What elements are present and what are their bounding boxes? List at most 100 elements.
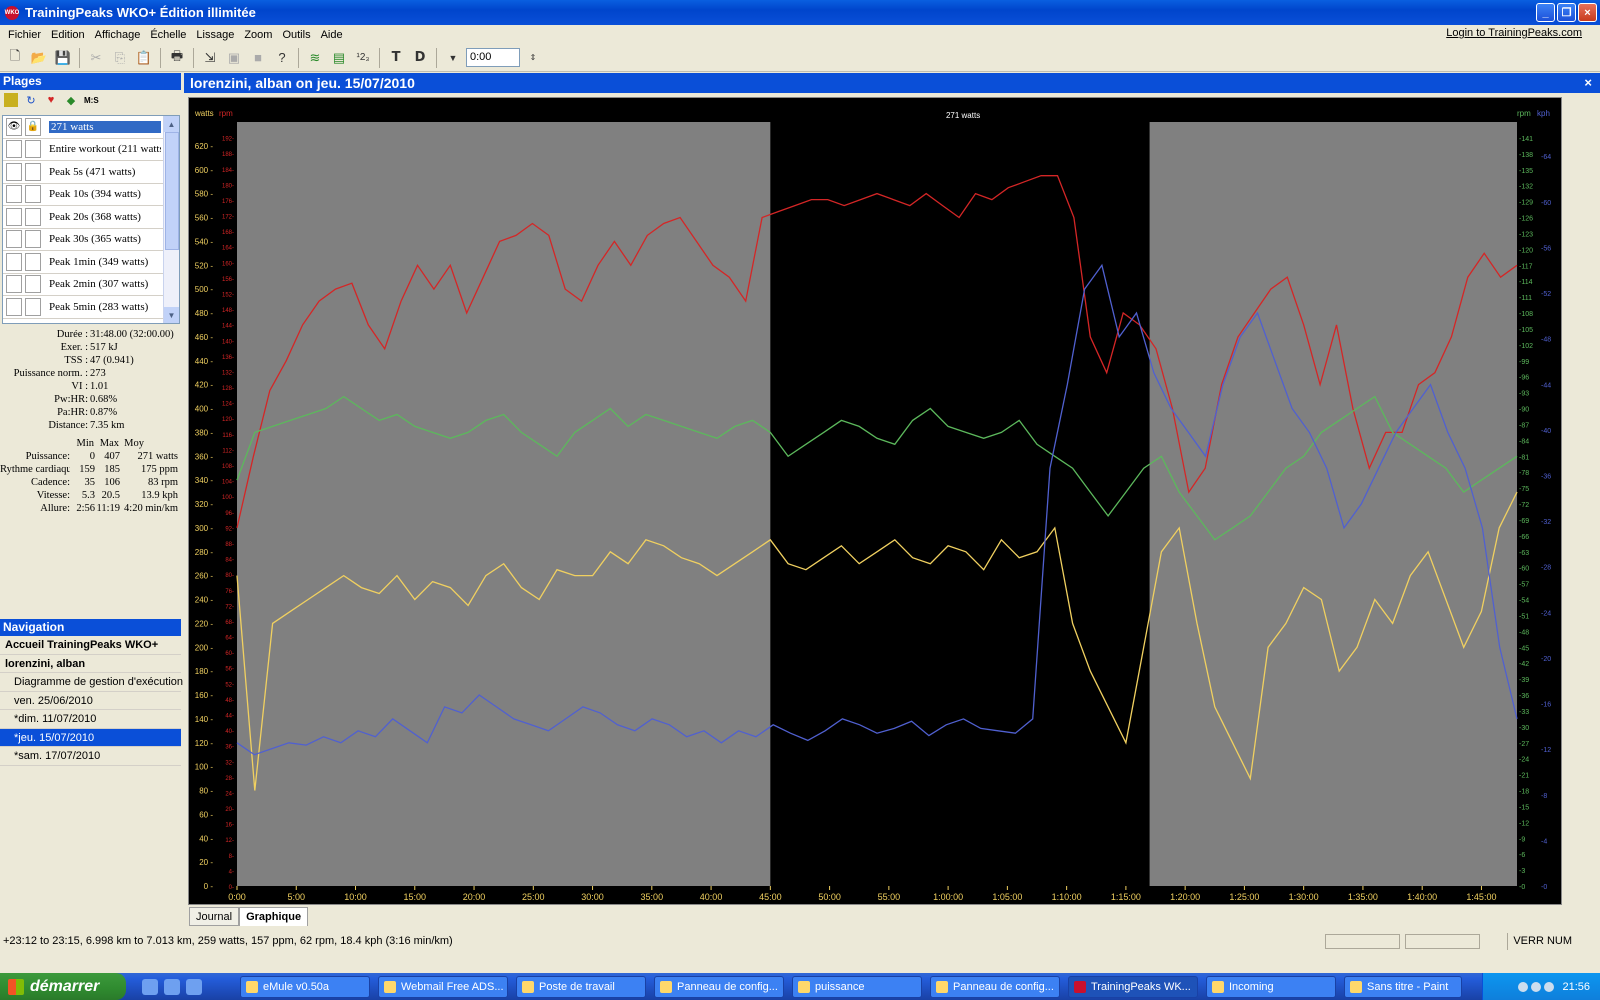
lock-checkbox[interactable]: [25, 275, 41, 294]
cut-icon[interactable]: ✂: [85, 47, 107, 69]
menu-zoom[interactable]: Zoom: [239, 29, 277, 41]
lock-checkbox[interactable]: [25, 252, 41, 271]
right-tick-label: -87: [1519, 422, 1529, 429]
paste-icon[interactable]: 📋: [133, 47, 155, 69]
save-icon[interactable]: 💾: [52, 47, 74, 69]
range-row[interactable]: Peak 2min (307 watts): [3, 274, 179, 296]
lock-checkbox[interactable]: [25, 162, 41, 181]
tab-journal[interactable]: Journal: [189, 907, 240, 926]
time-format-label[interactable]: M:S: [84, 93, 99, 107]
login-link[interactable]: Login to TrainingPeaks.com: [1446, 27, 1582, 39]
diamond-icon[interactable]: ◆: [64, 93, 78, 107]
taskbar-button[interactable]: Panneau de config...: [930, 975, 1060, 998]
minimize-button[interactable]: _: [1536, 3, 1555, 22]
export-icon[interactable]: ⇲: [199, 47, 221, 69]
quicklaunch-icon[interactable]: [186, 978, 202, 995]
start-button[interactable]: démarrer: [0, 973, 126, 1000]
lock-checkbox[interactable]: [25, 140, 41, 159]
help-icon[interactable]: ?: [271, 47, 293, 69]
right-tick-label: -99: [1519, 359, 1529, 366]
right-tick-label: -126: [1519, 216, 1533, 223]
menu-aide[interactable]: Aide: [316, 29, 348, 41]
eye-checkbox[interactable]: [6, 297, 22, 316]
eye-checkbox[interactable]: [6, 185, 22, 204]
nav-performance-chart[interactable]: Diagramme de gestion d'exécution: [0, 673, 183, 692]
range-row[interactable]: Peak 10s (394 watts): [3, 184, 179, 206]
print-icon[interactable]: 🖶: [166, 47, 188, 69]
menu-outils[interactable]: Outils: [277, 29, 315, 41]
graph-green-filled-icon[interactable]: ▤: [328, 47, 350, 69]
wko-app-icon[interactable]: WKO: [5, 5, 19, 20]
plages-scrollbar[interactable]: ▲ ▼: [163, 116, 179, 323]
quicklaunch-icon[interactable]: [142, 978, 158, 995]
eye-checkbox[interactable]: [6, 207, 22, 226]
open-folder-icon[interactable]: 📂: [28, 47, 50, 69]
menu-affichage[interactable]: Affichage: [90, 29, 146, 41]
taskbar-button[interactable]: Panneau de config...: [654, 975, 784, 998]
graph-green-icon[interactable]: ≋: [304, 47, 326, 69]
taskbar-button[interactable]: Webmail Free ADS...: [378, 975, 508, 998]
tray-icon[interactable]: [1531, 981, 1542, 992]
taskbar-button[interactable]: Incoming: [1206, 975, 1336, 998]
scroll-up-icon[interactable]: ▲: [164, 116, 179, 132]
taskbar-button[interactable]: Poste de travail: [516, 975, 646, 998]
quicklaunch-icon[interactable]: [164, 978, 180, 995]
menu-fichier[interactable]: Fichier: [3, 29, 46, 41]
nav-home[interactable]: Accueil TrainingPeaks WKO+: [0, 636, 181, 655]
workout-chart[interactable]: 271 watts watts rpm rpm kph 0 -20 -40 -60 -80…: [188, 97, 1562, 905]
heart-icon[interactable]: ♥: [44, 93, 58, 107]
taskbar-button[interactable]: puissance: [792, 975, 922, 998]
nav-workout-date[interactable]: *dim. 11/07/2010: [0, 710, 181, 729]
dropdown-arrow-icon[interactable]: ▼: [442, 47, 464, 69]
tray-icon[interactable]: [1518, 981, 1529, 992]
taskbar-button[interactable]: eMule v0.50a: [240, 975, 370, 998]
maximize-button[interactable]: ❐: [1557, 3, 1576, 22]
lock-icon[interactable]: 🔒: [25, 117, 41, 136]
range-row[interactable]: 👁 🔒 271 watts: [3, 116, 179, 139]
range-row[interactable]: Peak 5s (471 watts): [3, 161, 179, 184]
eye-checkbox[interactable]: [6, 230, 22, 249]
chart-box2-icon[interactable]: ■: [247, 47, 269, 69]
taskbar-button-active[interactable]: TrainingPeaks WK...: [1068, 975, 1198, 998]
copy-icon[interactable]: ⎘: [109, 47, 131, 69]
lock-checkbox[interactable]: [25, 185, 41, 204]
tray-icon[interactable]: [1544, 981, 1555, 992]
chart-svg[interactable]: 271 wattswatts rpm rpm kph0 -20 -40 -60 -80…: [189, 98, 1561, 904]
refresh-icon[interactable]: ↻: [24, 93, 38, 107]
nav-workout-date-selected[interactable]: *jeu. 15/07/2010: [0, 728, 181, 747]
spinner-icon[interactable]: ⇕: [522, 47, 544, 69]
eye-checkbox[interactable]: [6, 140, 22, 159]
nav-workout-date[interactable]: *sam. 17/07/2010: [0, 747, 181, 766]
scroll-thumb[interactable]: [165, 132, 179, 250]
menu-edition[interactable]: Edition: [46, 29, 90, 41]
eye-checkbox[interactable]: [6, 252, 22, 271]
range-row[interactable]: Entire workout (211 watts): [3, 139, 179, 161]
range-row[interactable]: Peak 1min (349 watts): [3, 251, 179, 274]
menu-lissage[interactable]: Lissage: [191, 29, 239, 41]
lock-checkbox[interactable]: [25, 207, 41, 226]
taskbar-button[interactable]: Sans titre - Paint: [1344, 975, 1462, 998]
close-workout-icon[interactable]: ×: [1584, 73, 1592, 93]
menu-echelle[interactable]: Échelle: [145, 29, 191, 41]
time-input[interactable]: 0:00: [466, 48, 520, 67]
right-tick-label: -135: [1519, 168, 1533, 175]
time-axis-icon[interactable]: T: [385, 47, 407, 69]
scroll-down-icon[interactable]: ▼: [164, 307, 179, 323]
range-row[interactable]: Peak 30s (365 watts): [3, 229, 179, 251]
close-window-button[interactable]: ×: [1578, 3, 1597, 22]
lock-checkbox[interactable]: [25, 297, 41, 316]
eye-checkbox[interactable]: [6, 275, 22, 294]
numbers-icon[interactable]: ¹2₃: [352, 47, 374, 69]
range-row[interactable]: Peak 20s (368 watts): [3, 206, 179, 229]
nav-athlete[interactable]: lorenzini, alban: [0, 655, 181, 673]
eye-icon[interactable]: 👁: [6, 117, 22, 136]
tab-graphique[interactable]: Graphique: [239, 907, 309, 926]
new-file-icon[interactable]: 🗋: [4, 47, 26, 69]
chart-box-icon[interactable]: ▣: [223, 47, 245, 69]
eye-checkbox[interactable]: [6, 162, 22, 181]
folder-icon[interactable]: [4, 93, 18, 107]
lock-checkbox[interactable]: [25, 230, 41, 249]
nav-workout-date[interactable]: ven. 25/06/2010: [0, 692, 181, 710]
distance-axis-icon[interactable]: D: [409, 47, 431, 69]
range-row[interactable]: Peak 5min (283 watts): [3, 296, 179, 319]
